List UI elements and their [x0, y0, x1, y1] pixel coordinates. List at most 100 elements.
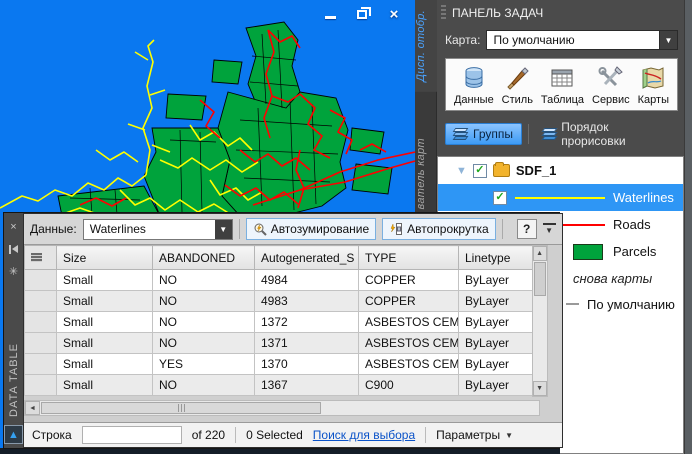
column-header[interactable]: Autogenerated_S — [255, 246, 359, 270]
table-cell[interactable]: NO — [153, 375, 255, 396]
data-table-palette: × ✳ DATA TABLE ▲ Данные: Waterlines ▼ — [3, 212, 560, 449]
restore-button-icon[interactable] — [353, 6, 371, 22]
tab-groups[interactable]: Группы — [445, 123, 522, 145]
folder-icon — [493, 164, 510, 177]
vscroll-thumb[interactable] — [534, 262, 546, 296]
horizontal-scrollbar[interactable]: ◄ — [24, 400, 540, 416]
table-row[interactable]: SmallNO4983COPPERByLayer — [25, 291, 541, 312]
table-row[interactable]: SmallYES1370ASBESTOS CEM...ByLayer — [25, 354, 541, 375]
table-cell[interactable]: ByLayer — [459, 333, 541, 354]
default-symbol — [566, 303, 579, 305]
table-cell[interactable]: ByLayer — [459, 354, 541, 375]
tree-group-sdf1[interactable]: ▼ ✓ SDF_1 — [438, 157, 683, 184]
panel-scroll-edge[interactable] — [684, 0, 692, 454]
autozoom-button[interactable]: Автозумирование — [246, 218, 376, 240]
table-cell[interactable]: NO — [153, 291, 255, 312]
table-row[interactable]: SmallNO1367C900ByLayer — [25, 375, 541, 396]
table-cell[interactable]: NO — [153, 333, 255, 354]
table-toolbar: Данные: Waterlines ▼ Автозумирование — [24, 214, 562, 244]
table-row[interactable]: SmallNO1371ASBESTOS CEM...ByLayer — [25, 333, 541, 354]
properties-gear-icon[interactable]: ✳ — [6, 263, 22, 279]
table-cell[interactable]: 1372 — [255, 312, 359, 333]
table-cell[interactable]: NO — [153, 312, 255, 333]
autocad-logo-icon[interactable]: ▲ — [4, 425, 23, 444]
table-row[interactable]: SmallNO1372ASBESTOS CEM...ByLayer — [25, 312, 541, 333]
column-header[interactable]: Size — [57, 246, 153, 270]
row-selector[interactable] — [25, 354, 57, 375]
table-cell[interactable]: 4983 — [255, 291, 359, 312]
search-to-select-link[interactable]: Поиск для выбора — [313, 428, 415, 442]
tab-display-manager[interactable]: Дисп. отобр. — [415, 0, 437, 92]
table-cell[interactable]: NO — [153, 270, 255, 291]
row-selector[interactable] — [25, 333, 57, 354]
close-icon[interactable]: × — [6, 219, 22, 235]
tool-data-button[interactable]: Данные — [454, 65, 494, 106]
autohide-pin-icon[interactable] — [6, 241, 22, 257]
table-cell[interactable]: Small — [57, 375, 153, 396]
table-cell[interactable]: Small — [57, 354, 153, 375]
tool-table-button[interactable]: Таблица — [541, 65, 584, 106]
table-cell[interactable]: COPPER — [359, 270, 459, 291]
minimize-button-icon[interactable] — [321, 6, 339, 22]
column-header[interactable]: Linetype — [459, 246, 541, 270]
panel-header: ПАНЕЛЬ ЗАДАЧ — [437, 0, 692, 26]
layer-label: Parcels — [613, 244, 656, 259]
scroll-up-icon[interactable]: ▲ — [533, 246, 547, 261]
help-button[interactable]: ? — [517, 219, 537, 239]
table-cell[interactable]: ByLayer — [459, 375, 541, 396]
hscroll-thumb[interactable] — [41, 402, 321, 414]
row-selector[interactable] — [25, 291, 57, 312]
row-selector[interactable] — [25, 270, 57, 291]
row-selector[interactable] — [25, 312, 57, 333]
layer-combo-value: Waterlines — [84, 222, 215, 236]
palette-title-bar[interactable]: × ✳ DATA TABLE ▲ — [4, 213, 23, 448]
tool-style-button[interactable]: Стиль — [502, 65, 533, 106]
row-header-column[interactable] — [25, 246, 57, 270]
layer-row-waterlines[interactable]: ✓ Waterlines — [438, 184, 683, 211]
toolbar-overflow-icon[interactable]: ▼ — [543, 223, 556, 235]
table-row[interactable]: SmallNO4984COPPERByLayer — [25, 270, 541, 291]
tool-maps-button[interactable]: Карты — [638, 65, 669, 106]
table-cell[interactable]: Small — [57, 270, 153, 291]
row-number-input[interactable] — [82, 426, 182, 444]
close-button-icon[interactable]: × — [385, 6, 403, 22]
column-header[interactable]: TYPE — [359, 246, 459, 270]
vertical-scrollbar[interactable]: ▲ ▼ — [532, 245, 548, 397]
tab-draw-order[interactable]: Порядок прорисовки — [535, 117, 678, 151]
column-header[interactable]: ABANDONED — [153, 246, 255, 270]
table-cell[interactable]: ASBESTOS CEM... — [359, 354, 459, 375]
chevron-down-icon[interactable]: ▼ — [215, 220, 232, 239]
row-selector[interactable] — [25, 375, 57, 396]
table-cell[interactable]: COPPER — [359, 291, 459, 312]
expand-icon[interactable]: ▼ — [456, 165, 467, 177]
default-label: По умолчанию — [587, 297, 675, 312]
table-cell[interactable]: Small — [57, 291, 153, 312]
map-combo[interactable]: По умолчанию ▼ — [486, 30, 678, 50]
tool-service-button[interactable]: Сервис — [592, 65, 630, 106]
table-cell[interactable]: ASBESTOS CEM... — [359, 333, 459, 354]
table-cell[interactable]: ByLayer — [459, 270, 541, 291]
checkbox-checked[interactable]: ✓ — [473, 164, 487, 178]
tab-map-explorer[interactable]: ватель карт — [415, 128, 437, 219]
table-cell[interactable]: ASBESTOS CEM... — [359, 312, 459, 333]
options-button[interactable]: Параметры ▼ — [436, 428, 513, 442]
checkbox-checked[interactable]: ✓ — [493, 191, 507, 205]
table-cell[interactable]: 1370 — [255, 354, 359, 375]
table-cell[interactable]: Small — [57, 333, 153, 354]
drag-handle-icon[interactable] — [441, 5, 446, 21]
table-grid-area: Size ABANDONED Autogenerated_S TYPE Line… — [24, 244, 562, 422]
table-cell[interactable]: 1371 — [255, 333, 359, 354]
autozoom-label: Автозумирование — [271, 222, 369, 236]
scroll-left-icon[interactable]: ◄ — [25, 401, 40, 415]
layer-combo[interactable]: Waterlines ▼ — [83, 219, 233, 240]
table-cell[interactable]: Small — [57, 312, 153, 333]
table-cell[interactable]: 1367 — [255, 375, 359, 396]
table-cell[interactable]: C900 — [359, 375, 459, 396]
chevron-down-icon[interactable]: ▼ — [659, 31, 677, 49]
table-cell[interactable]: YES — [153, 354, 255, 375]
autoscroll-button[interactable]: Автопрокрутка — [382, 218, 495, 240]
table-cell[interactable]: 4984 — [255, 270, 359, 291]
table-cell[interactable]: ByLayer — [459, 291, 541, 312]
scroll-down-icon[interactable]: ▼ — [533, 381, 547, 396]
table-cell[interactable]: ByLayer — [459, 312, 541, 333]
